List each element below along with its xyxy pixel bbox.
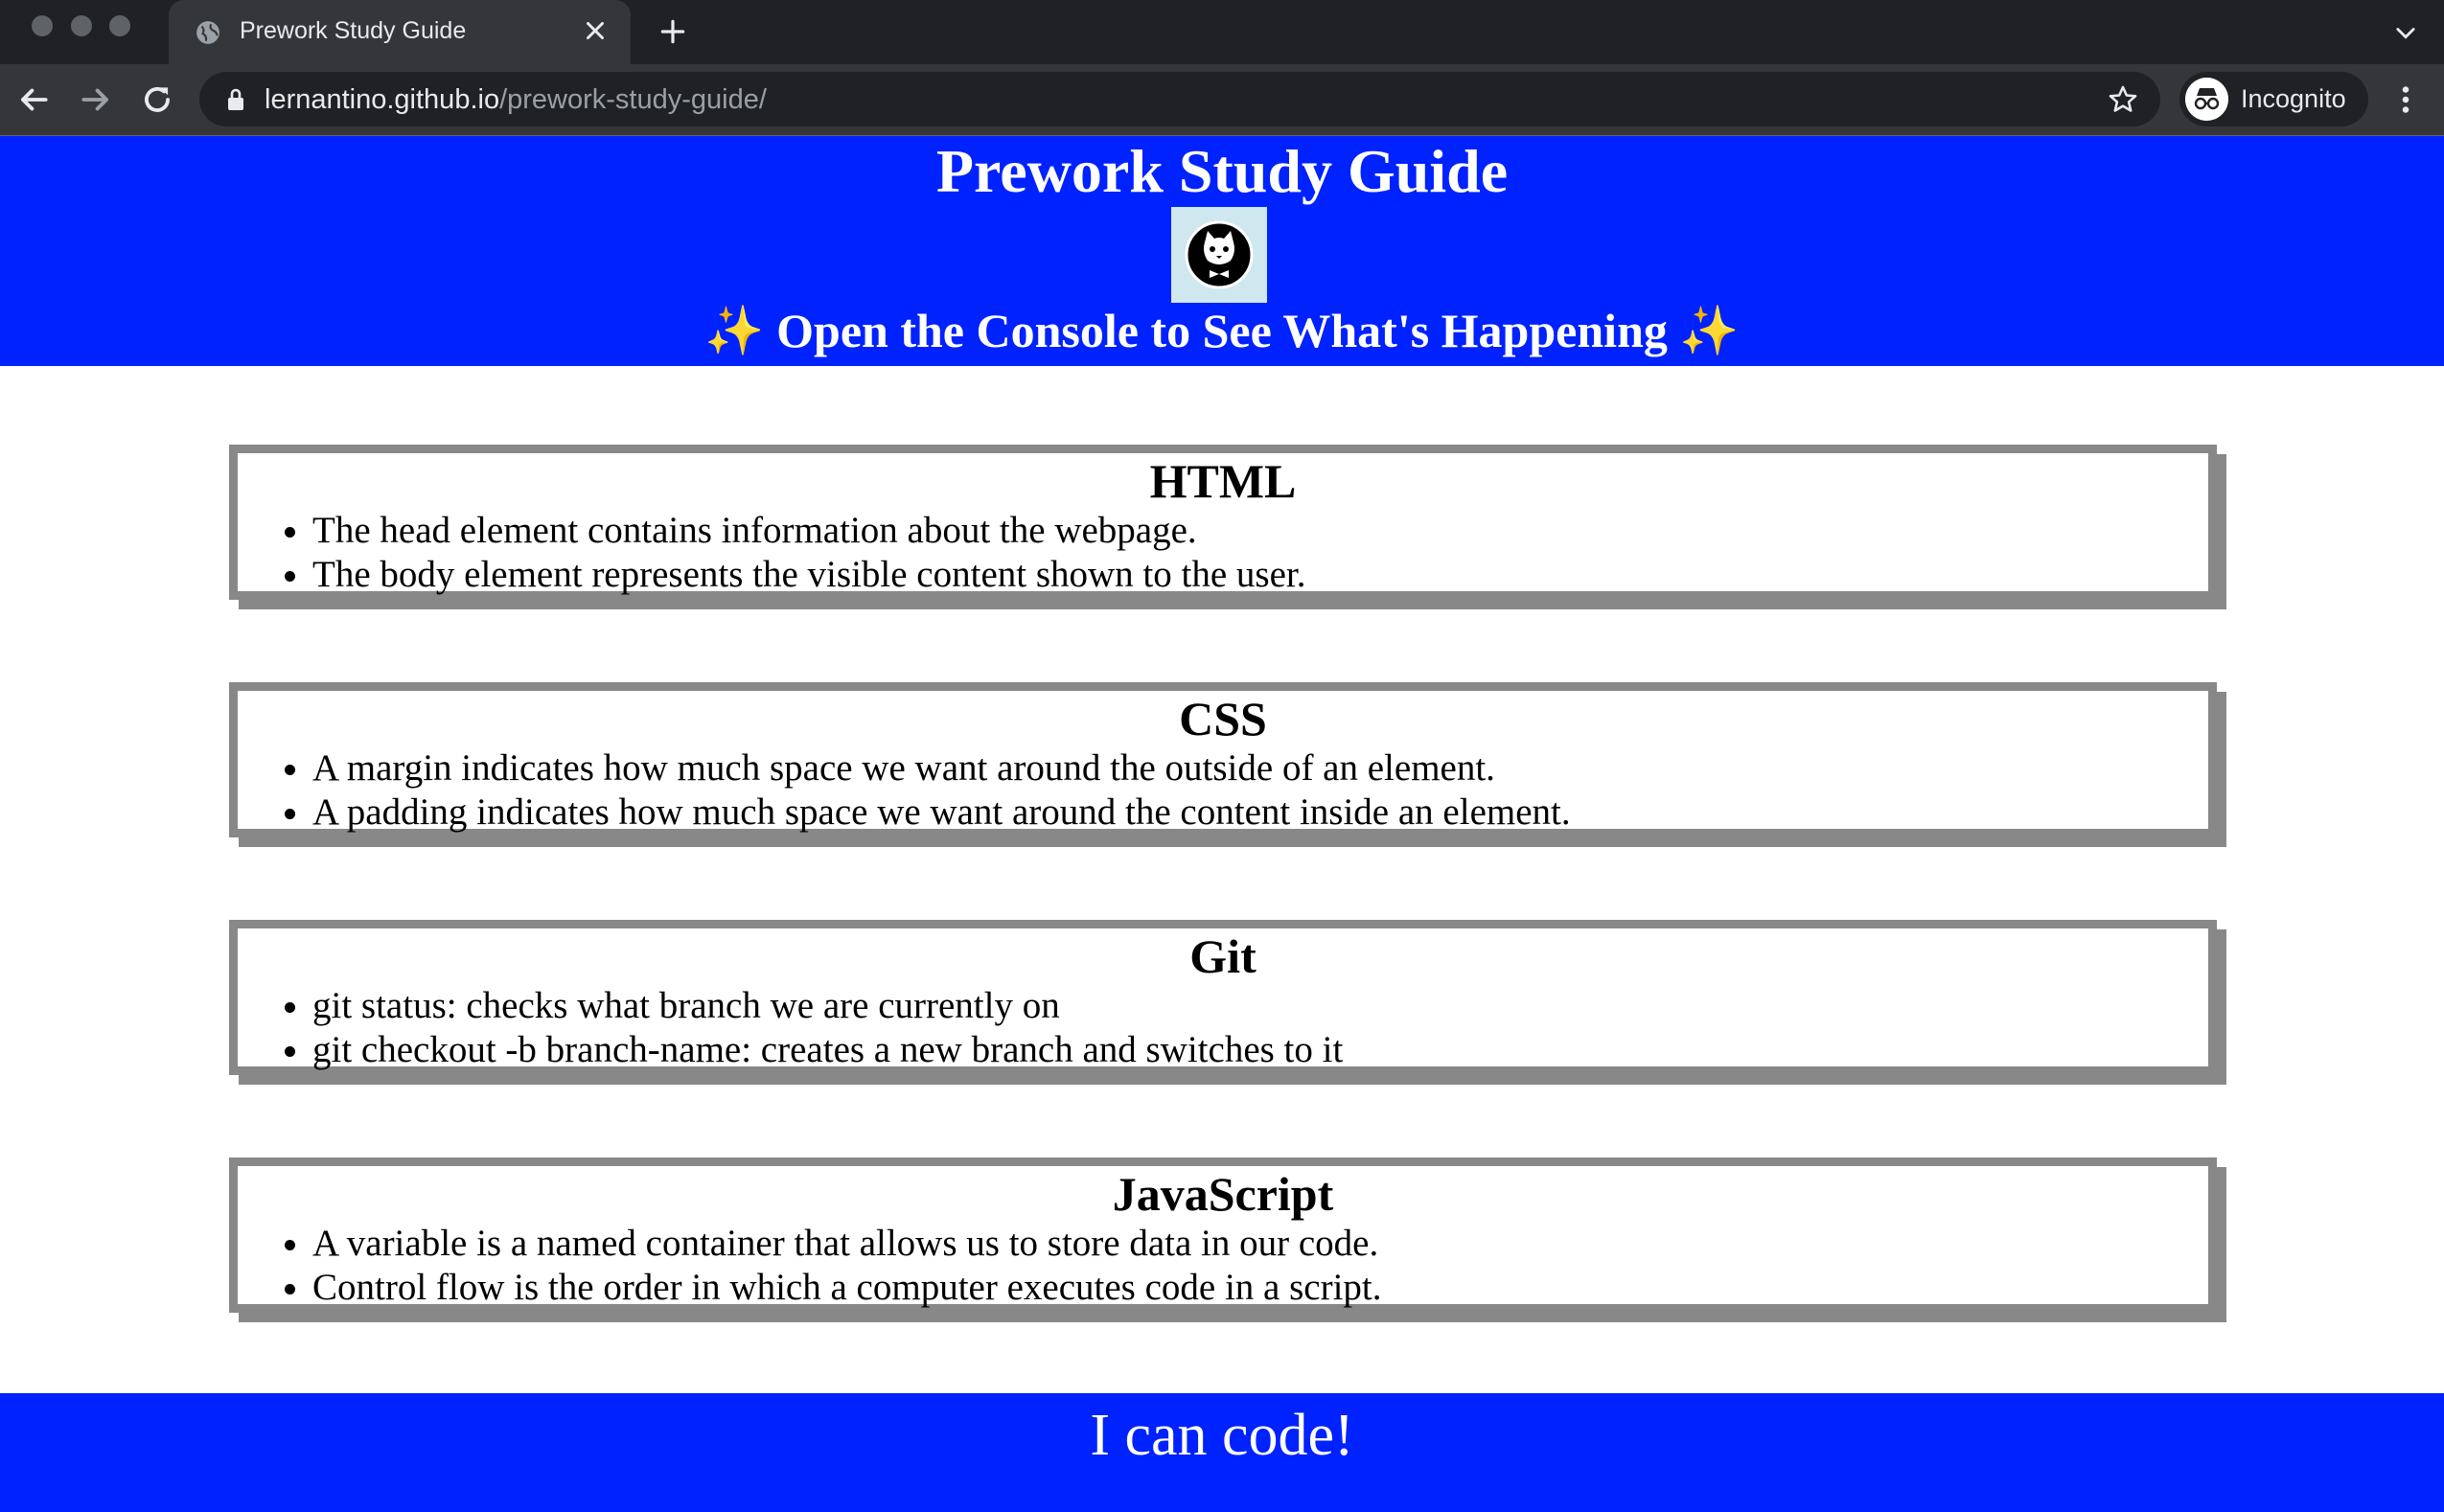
forward-arrow-icon[interactable] <box>78 81 114 118</box>
list-item: The body element represents the visible … <box>312 553 2208 597</box>
window-zoom-dot[interactable] <box>109 15 130 36</box>
page-title: Prework Study Guide <box>935 137 1509 205</box>
more-vert-icon[interactable] <box>2392 81 2419 118</box>
section-title: CSS <box>1179 692 1267 745</box>
list-item: Control flow is the order in which a com… <box>312 1266 2208 1310</box>
chevron-down-icon[interactable] <box>2392 19 2419 46</box>
section-card-git: Git git status: checks what branch we ar… <box>229 920 2217 1075</box>
list-item: A padding indicates how much space we wa… <box>312 790 2208 835</box>
section-list: The head element contains information ab… <box>238 509 2208 597</box>
section-title: JavaScript <box>1112 1167 1334 1221</box>
section-card-html: HTML The head element contains informati… <box>229 445 2217 600</box>
cat-logo-icon <box>1185 220 1254 289</box>
url-text[interactable]: lernantino.github.io/prework-study-guide… <box>265 84 767 116</box>
incognito-icon <box>2185 78 2228 121</box>
section-title: Git <box>1189 929 1257 983</box>
page-footer: I can code! <box>0 1393 2444 1512</box>
web-page: Prework Study Guide ✨ Open the Console t… <box>0 136 2444 1512</box>
list-item: A margin indicates how much space we wan… <box>312 746 2208 790</box>
address-bar[interactable]: lernantino.github.io/prework-study-guide… <box>199 72 2160 126</box>
tab-title: Prework Study Guide <box>240 17 467 44</box>
browser-titlebar: Prework Study Guide <box>0 0 2444 64</box>
list-item: git status: checks what branch we are cu… <box>312 984 2208 1028</box>
section-list: A variable is a named container that all… <box>238 1222 2208 1310</box>
list-item: The head element contains information ab… <box>312 509 2208 553</box>
section-title: HTML <box>1149 454 1297 508</box>
star-icon[interactable] <box>2107 83 2139 116</box>
page-header: Prework Study Guide ✨ Open the Console t… <box>0 136 2444 366</box>
list-item: git checkout -b branch-name: creates a n… <box>312 1028 2208 1072</box>
globe-icon <box>196 21 219 44</box>
section-card-css: CSS A margin indicates how much space we… <box>229 682 2217 837</box>
window-minimize-dot[interactable] <box>71 15 92 36</box>
section-card-javascript: JavaScript A variable is a named contain… <box>229 1157 2217 1313</box>
plus-icon[interactable] <box>657 16 688 47</box>
footer-text: I can code! <box>1090 1403 1354 1468</box>
section-list: git status: checks what branch we are cu… <box>238 984 2208 1072</box>
url-domain: lernantino.github.io <box>265 84 500 115</box>
console-subtitle: ✨ Open the Console to See What's Happeni… <box>704 304 1740 357</box>
incognito-label: Incognito <box>2241 84 2346 113</box>
list-item: A variable is a named container that all… <box>312 1222 2208 1266</box>
url-path: /prework-study-guide/ <box>499 84 767 115</box>
incognito-profile-button[interactable]: Incognito <box>2179 72 2368 126</box>
window-close-dot[interactable] <box>32 15 53 36</box>
close-icon[interactable] <box>581 16 610 45</box>
back-arrow-icon[interactable] <box>15 81 52 118</box>
lock-icon[interactable] <box>224 87 247 112</box>
browser-toolbar: lernantino.github.io/prework-study-guide… <box>0 64 2444 136</box>
section-list: A margin indicates how much space we wan… <box>238 746 2208 835</box>
browser-tab-active[interactable]: Prework Study Guide <box>169 0 631 64</box>
reload-icon[interactable] <box>139 81 175 118</box>
logo-image <box>1171 207 1267 303</box>
